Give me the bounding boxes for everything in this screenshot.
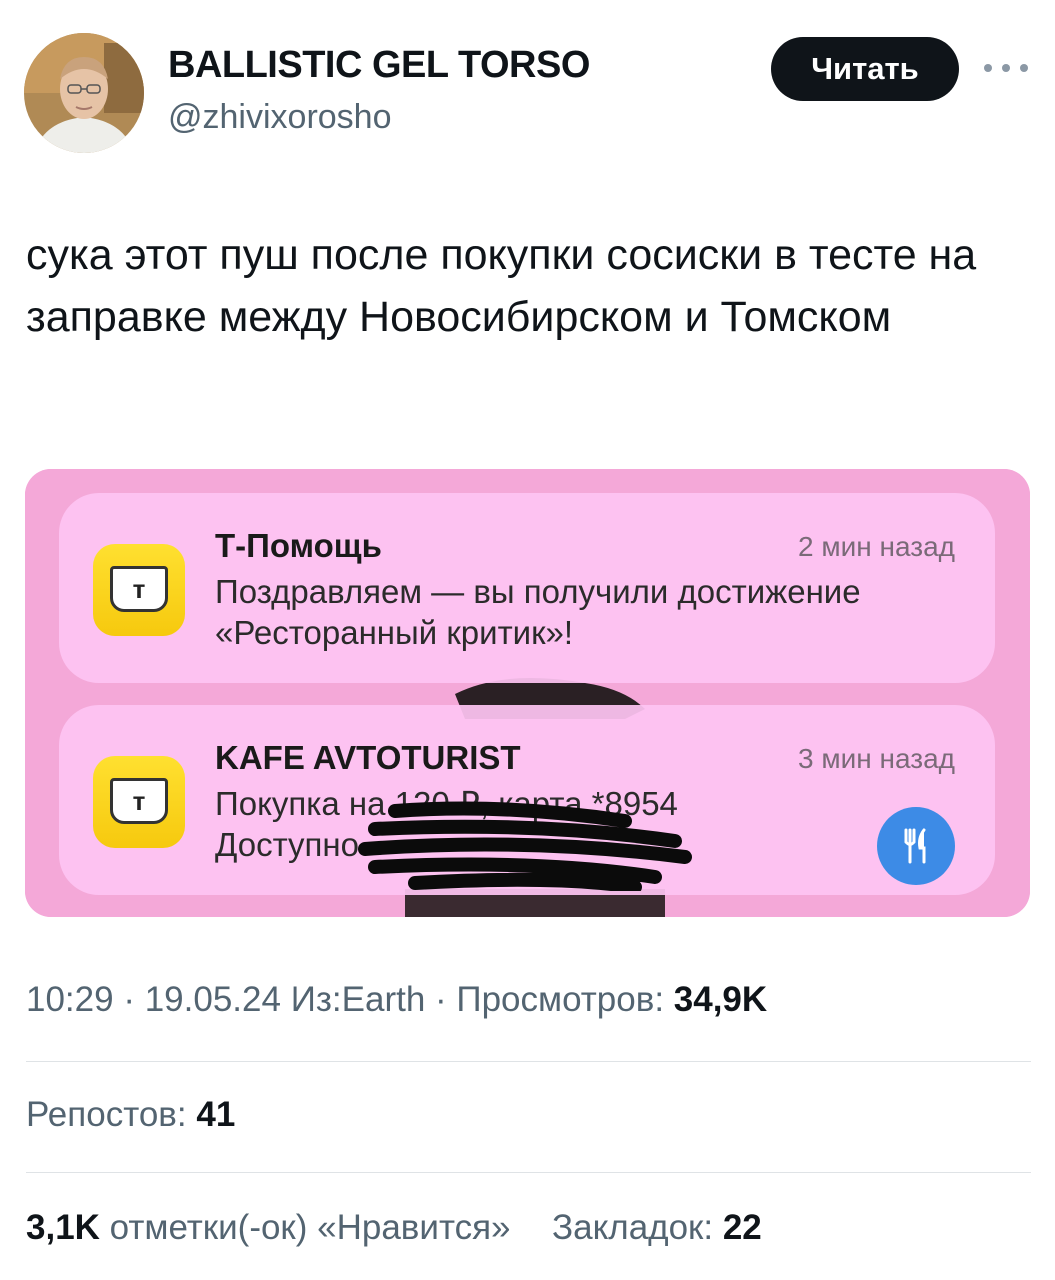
t-bank-shield-icon: т — [93, 756, 185, 848]
more-options-icon[interactable] — [984, 58, 1028, 78]
meta-separator: · — [123, 980, 145, 1019]
t-bank-shield-icon: т — [93, 544, 185, 636]
tweet-text: сука этот пуш после покупки сосиски в те… — [26, 231, 977, 341]
engagement-stats: 3,1K отметки(-ок) «Нравится» Закладок: 2… — [26, 1208, 762, 1248]
likes-count: 3,1K — [26, 1208, 100, 1247]
bookmarks-count: 22 — [722, 1208, 762, 1247]
views-count: 34,9K — [673, 980, 768, 1019]
likes-stat[interactable]: 3,1K отметки(-ок) «Нравится» — [26, 1208, 520, 1247]
avatar[interactable] — [24, 33, 144, 153]
reposts-stat[interactable]: Репостов: 41 — [26, 1095, 235, 1135]
tweet-media-image[interactable]: т Т-Помощь 2 мин назад Поздравляем — вы … — [25, 469, 1030, 917]
notification-time: 3 мин назад — [798, 743, 955, 774]
redaction-scribble — [358, 801, 692, 891]
reposts-label: Репостов: — [26, 1095, 187, 1134]
bookmarks-label: Закладок: — [551, 1208, 714, 1247]
notification-body: Поздравляем — вы получили достижение «Ре… — [215, 573, 861, 651]
tweet-meta: 10:29 · 19.05.24 Из:Earth · Просмотров: … — [26, 980, 767, 1020]
divider — [26, 1172, 1031, 1173]
tweet-source: Из:Earth — [290, 980, 426, 1019]
notification-title: Т-Помощь — [215, 527, 382, 564]
app-letter: т — [110, 778, 168, 824]
avatar-image — [24, 33, 144, 153]
tweet-time[interactable]: 10:29 — [26, 980, 114, 1019]
user-handle[interactable]: @zhivixorosho — [168, 98, 392, 137]
meta-separator: · — [435, 980, 457, 1019]
tweet-page: BALLISTIC GEL TORSO @zhivixorosho Читать… — [0, 0, 1055, 1280]
notification-time: 2 мин назад — [798, 531, 955, 562]
display-name[interactable]: BALLISTIC GEL TORSO — [168, 44, 590, 87]
fork-knife-icon — [877, 807, 955, 885]
reposts-count: 41 — [196, 1095, 236, 1134]
views-label: Просмотров: — [456, 980, 665, 1019]
likes-label: отметки(-ок) «Нравится» — [109, 1208, 511, 1247]
bookmarks-stat[interactable]: Закладок: 22 — [552, 1208, 762, 1247]
app-letter: т — [110, 566, 168, 612]
tweet-date[interactable]: 19.05.24 — [145, 980, 281, 1019]
follow-button[interactable]: Читать — [771, 37, 959, 101]
notification-card[interactable]: т Т-Помощь 2 мин назад Поздравляем — вы … — [59, 493, 995, 683]
notification-title: KAFE AVTOTURIST — [215, 739, 521, 776]
divider — [26, 1061, 1031, 1062]
